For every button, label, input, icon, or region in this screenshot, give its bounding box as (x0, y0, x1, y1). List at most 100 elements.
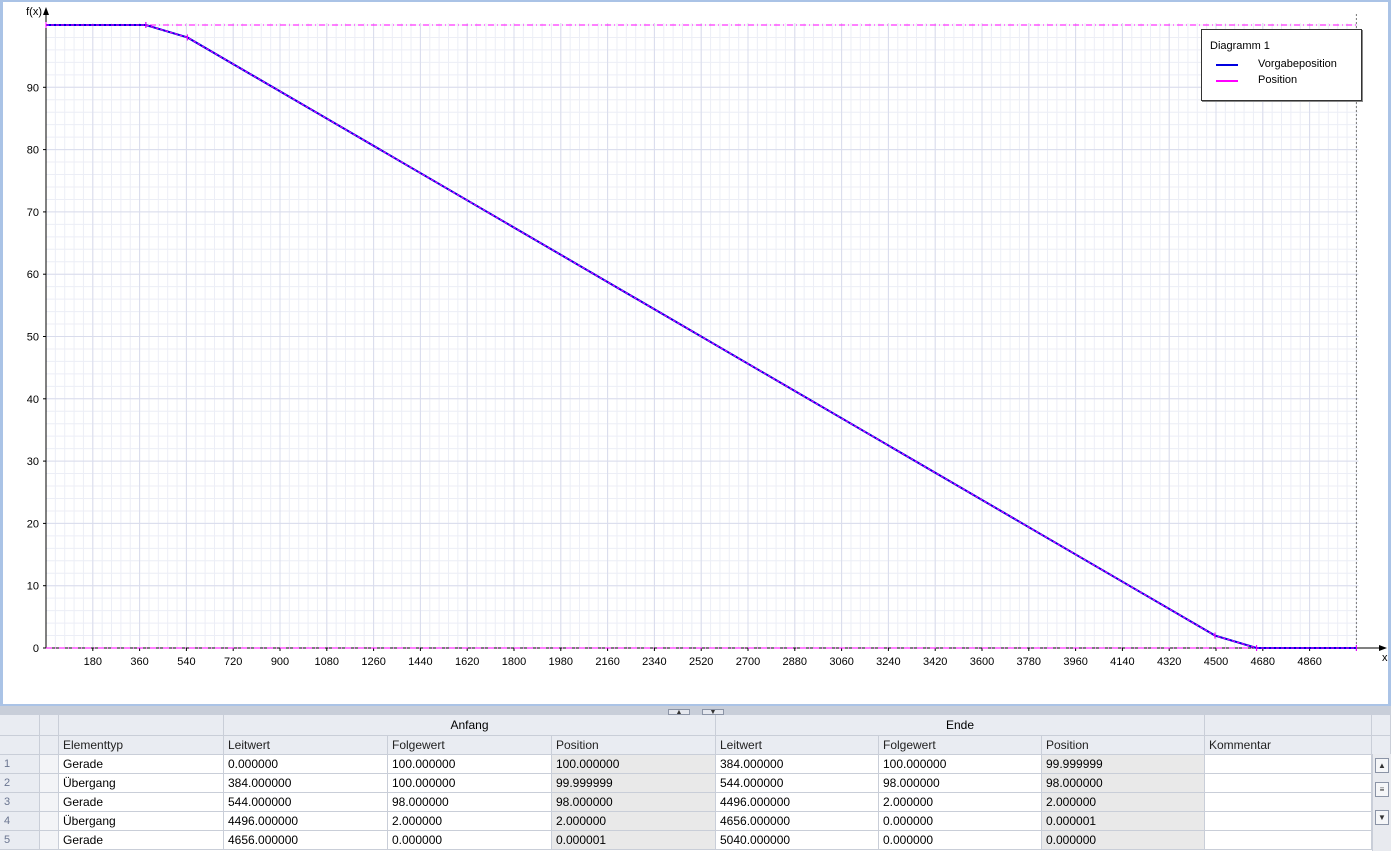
x-tick-label: 3240 (876, 656, 900, 668)
row-number[interactable]: 2 (0, 774, 40, 793)
cell-ende-folgewert[interactable]: 0.000000 (879, 812, 1042, 831)
cell-kommentar[interactable] (1205, 774, 1372, 793)
cell-text: 4656.000000 (720, 814, 791, 828)
column-header-right (1372, 736, 1391, 755)
cell-anfang-folgewert[interactable]: 100.000000 (388, 774, 552, 793)
cell-anfang-position: 2.000000 (552, 812, 716, 831)
cell-elementtyp[interactable]: Übergang (59, 774, 224, 793)
cell-ende-leitwert[interactable]: 4496.000000 (716, 793, 879, 812)
cell-anfang-position: 100.000000 (552, 755, 716, 774)
x-tick-label: 3420 (923, 656, 947, 668)
cell-anfang-leitwert[interactable]: 4496.000000 (224, 812, 388, 831)
cell-ende-position: 99.999999 (1042, 755, 1205, 774)
row-indicator[interactable] (40, 831, 59, 850)
scroll-thumb-grip-icon[interactable]: ≡ (1375, 782, 1389, 797)
cell-kommentar[interactable] (1205, 831, 1372, 850)
row-number[interactable]: 4 (0, 812, 40, 831)
indicator-header (40, 715, 59, 736)
cell-elementtyp[interactable]: Gerade▼ (59, 755, 224, 774)
column-header-elementtyp[interactable]: Elementtyp (59, 736, 224, 755)
row-indicator[interactable] (40, 774, 59, 793)
row-indicator[interactable] (40, 812, 59, 831)
x-tick-label: 900 (271, 656, 289, 668)
cell-kommentar[interactable] (1205, 812, 1372, 831)
legend-label-vorgabeposition: Vorgabeposition (1258, 58, 1337, 70)
group-header-anfang: Anfang (224, 715, 716, 736)
column-header-anfang-folgewert[interactable]: Folgewert (388, 736, 552, 755)
x-tick-label: 3780 (1017, 656, 1041, 668)
y-tick-label: 90 (27, 82, 39, 94)
cell-elementtyp[interactable]: Übergang (59, 812, 224, 831)
cell-anfang-leitwert[interactable]: 384.000000 (224, 774, 388, 793)
cell-ende-leitwert[interactable]: 384.000000 (716, 755, 879, 774)
column-header-anfang-position[interactable]: Position (552, 736, 716, 755)
cell-kommentar[interactable] (1205, 793, 1372, 812)
cell-text: 0.000000 (392, 833, 443, 847)
chart-legend[interactable]: Diagramm 1 Vorgabeposition Position (1201, 29, 1362, 101)
cell-text: 384.000000 (720, 757, 784, 771)
legend-entry-vorgabeposition: Vorgabeposition (1216, 58, 1356, 72)
cell-ende-folgewert[interactable]: 2.000000 (879, 793, 1042, 812)
cell-anfang-folgewert[interactable]: 100.000000 (388, 755, 552, 774)
row-number[interactable]: 1 (0, 755, 40, 774)
y-tick-label: 20 (27, 518, 39, 530)
cell-ende-leitwert[interactable]: 4656.000000 (716, 812, 879, 831)
cell-text: 99.999999 (556, 776, 613, 790)
x-tick-label: 360 (130, 656, 148, 668)
y-axis-label: f(x) (26, 6, 42, 18)
cell-elementtyp[interactable]: Gerade (59, 793, 224, 812)
cell-text: Gerade (63, 757, 104, 771)
cell-text: 2.000000 (392, 814, 443, 828)
row-indicator[interactable] (40, 755, 59, 774)
row-number[interactable]: 3 (0, 793, 40, 812)
cell-anfang-leitwert[interactable]: 0.000000 (224, 755, 388, 774)
cell-kommentar[interactable] (1205, 755, 1372, 774)
cell-anfang-folgewert[interactable]: 2.000000 (388, 812, 552, 831)
cell-text: 100.000000 (556, 757, 620, 771)
cell-ende-position: 0.000000 (1042, 831, 1205, 850)
scroll-down-arrow-icon[interactable]: ▼ (1375, 810, 1389, 825)
cell-ende-folgewert[interactable]: 98.000000 (879, 774, 1042, 793)
y-axis-arrow-icon (43, 7, 49, 15)
y-tick-label: 30 (27, 456, 39, 468)
cell-anfang-leitwert[interactable]: 544.000000 (224, 793, 388, 812)
x-tick-label: 4140 (1110, 656, 1134, 668)
cell-text: 100.000000 (392, 776, 456, 790)
row-number[interactable]: 5 (0, 831, 40, 850)
curve-table: Anfang Ende Elementtyp Leitwert Folgewer… (0, 715, 1391, 851)
splitter-bar[interactable]: ▲ ▼ (0, 706, 1391, 716)
cell-anfang-folgewert[interactable]: 0.000000 (388, 831, 552, 850)
column-header-anfang-leitwert[interactable]: Leitwert (224, 736, 388, 755)
cell-anfang-folgewert[interactable]: 98.000000 (388, 793, 552, 812)
scroll-up-arrow-icon[interactable]: ▲ (1375, 758, 1389, 773)
cell-text: 544.000000 (720, 776, 784, 790)
cell-anfang-leitwert[interactable]: 4656.000000 (224, 831, 388, 850)
cell-ende-leitwert[interactable]: 544.000000 (716, 774, 879, 793)
x-tick-label: 180 (84, 656, 102, 668)
row-indicator[interactable] (40, 793, 59, 812)
cell-text: 0.000000 (228, 757, 279, 771)
x-tick-label: 4500 (1204, 656, 1228, 668)
cell-text: 4496.000000 (228, 814, 299, 828)
cell-text: 0.000001 (556, 833, 607, 847)
cell-ende-folgewert[interactable]: 100.000000 (879, 755, 1042, 774)
cell-text: 98.000000 (1046, 776, 1103, 790)
chart-panel[interactable]: 180 360 540 720 900 1080 1260 1440 1620 1800 1980 2… (3, 2, 1388, 704)
column-header-kommentar[interactable]: Kommentar (1205, 736, 1372, 755)
legend-swatch-position (1216, 80, 1238, 82)
cell-text: Übergang (63, 776, 116, 790)
cell-text: 98.000000 (392, 795, 449, 809)
cell-ende-leitwert[interactable]: 5040.000000 (716, 831, 879, 850)
column-header-ende-leitwert[interactable]: Leitwert (716, 736, 879, 755)
cell-text: 4656.000000 (228, 833, 299, 847)
group-header-ende: Ende (716, 715, 1205, 736)
x-tick-label: 720 (224, 656, 242, 668)
table-vertical-scrollbar[interactable]: ▲ ≡ ▼ (1372, 754, 1391, 851)
cell-text: 2.000000 (883, 795, 934, 809)
x-tick-label: 2880 (783, 656, 807, 668)
chart-svg[interactable]: 180 360 540 720 900 1080 1260 1440 1620 1800 1980 2… (3, 2, 1388, 704)
cell-elementtyp[interactable]: Gerade (59, 831, 224, 850)
cell-ende-folgewert[interactable]: 0.000000 (879, 831, 1042, 850)
column-header-ende-position[interactable]: Position (1042, 736, 1205, 755)
column-header-ende-folgewert[interactable]: Folgewert (879, 736, 1042, 755)
